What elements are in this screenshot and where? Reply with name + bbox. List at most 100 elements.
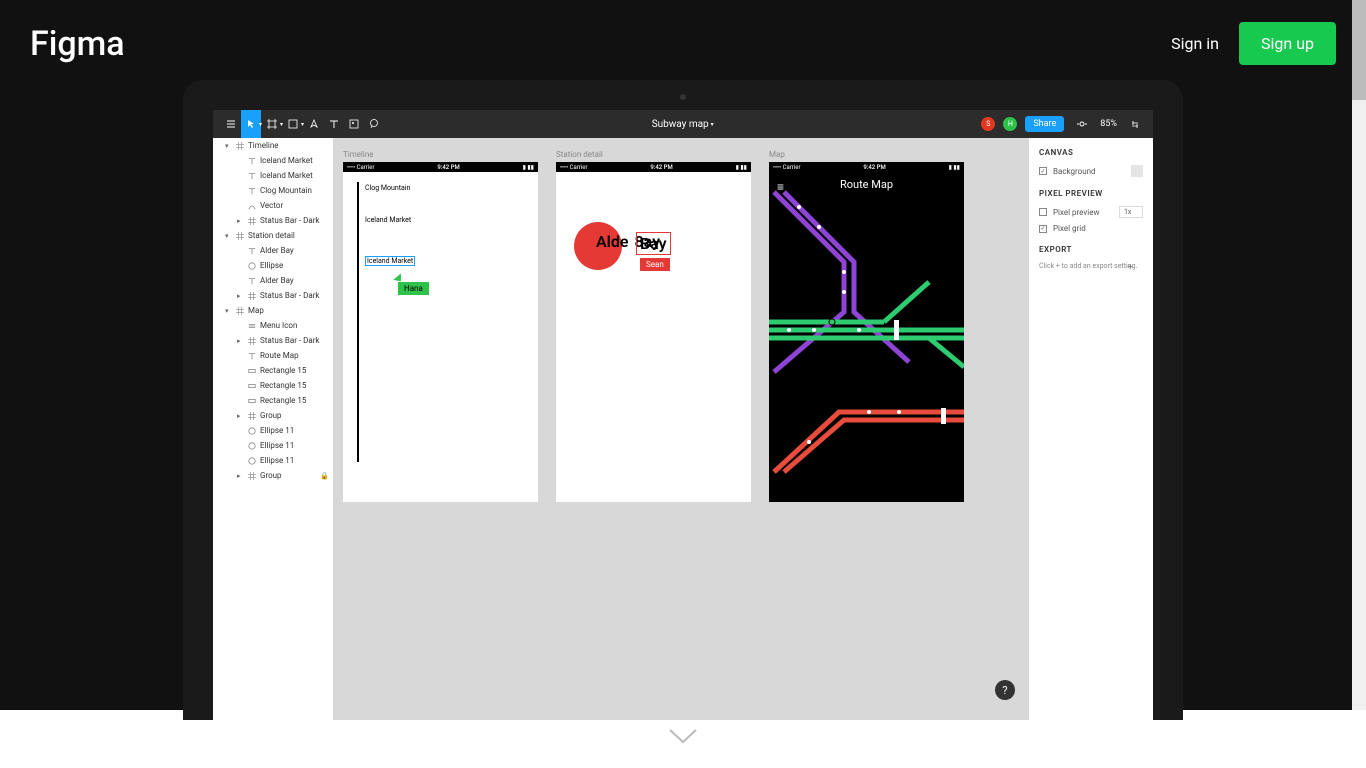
artboard-map[interactable]: Map •••• Carrier 9:42 PM ▮ ▮▮ ≡ Route Ma… xyxy=(769,162,964,710)
layer-label: Alder Bay xyxy=(260,276,294,285)
background-checkbox[interactable]: ✓ xyxy=(1039,167,1047,175)
text-tool[interactable] xyxy=(324,110,344,138)
pen-tool[interactable] xyxy=(304,110,324,138)
lock-icon: 🔒 xyxy=(320,472,329,480)
layer-row[interactable]: Ellipse 11 xyxy=(213,438,333,453)
layer-row[interactable]: Rectangle 15 xyxy=(213,363,333,378)
background-color-swatch[interactable] xyxy=(1131,165,1143,177)
figma-logo[interactable]: Figma xyxy=(30,24,125,64)
page-scrollbar[interactable] xyxy=(1352,0,1366,710)
signup-button[interactable]: Sign up xyxy=(1239,22,1336,65)
layer-caret[interactable]: ▾ xyxy=(225,142,231,150)
layer-caret[interactable]: ▾ xyxy=(225,307,231,315)
vector-icon xyxy=(247,201,256,210)
battery-icon: ▮ ▮▮ xyxy=(949,164,960,171)
artboard-station-detail[interactable]: Station detail •••• Carrier 9:42 PM ▮ ▮▮… xyxy=(556,162,751,710)
layer-caret[interactable]: ▸ xyxy=(237,217,243,225)
layer-caret[interactable]: ▸ xyxy=(237,412,243,420)
layer-label: Clog Mountain xyxy=(260,186,312,195)
zoom-level[interactable]: 85% xyxy=(1100,119,1117,129)
pixel-preview-heading: PIXEL PREVIEW xyxy=(1039,189,1143,198)
layer-row[interactable]: Iceland Market xyxy=(213,168,333,183)
layer-label: Rectangle 15 xyxy=(260,381,306,390)
layer-row[interactable]: ▾ Map xyxy=(213,303,333,318)
document-dropdown[interactable]: ▾ xyxy=(711,121,714,128)
layer-caret[interactable]: ▸ xyxy=(237,292,243,300)
layer-caret[interactable]: ▾ xyxy=(225,232,231,240)
shape-tool[interactable] xyxy=(283,110,303,138)
carrier-label: •••• Carrier xyxy=(773,164,801,171)
layer-row[interactable]: ▸Status Bar - Dark xyxy=(213,333,333,348)
artboard-timeline[interactable]: Timeline •••• Carrier 9:42 PM ▮ ▮▮ Clog … xyxy=(343,162,538,710)
layer-row[interactable]: Alder Bay xyxy=(213,243,333,258)
comment-tool[interactable] xyxy=(364,110,384,138)
layer-row[interactable]: ▸Group xyxy=(213,408,333,423)
carrier-label: •••• Carrier xyxy=(347,164,375,171)
status-bar: •••• Carrier 9:42 PM ▮ ▮▮ xyxy=(556,162,751,172)
frame-icon xyxy=(247,471,256,480)
layer-caret[interactable]: ▸ xyxy=(237,472,243,480)
pixel-preview-checkbox[interactable] xyxy=(1039,208,1047,216)
artboard-label[interactable]: Timeline xyxy=(343,150,374,159)
time-label: 9:42 PM xyxy=(437,164,459,171)
pixel-grid-checkbox[interactable]: ✓ xyxy=(1039,225,1047,233)
frame-icon xyxy=(247,411,256,420)
ellipse-icon xyxy=(247,426,256,435)
document-title[interactable]: Subway map xyxy=(652,119,709,130)
layer-label: Station detail xyxy=(248,231,295,240)
pixel-scale-dropdown[interactable]: 1x xyxy=(1119,206,1143,218)
layer-row[interactable]: Ellipse 11 xyxy=(213,423,333,438)
layer-row[interactable]: Vector xyxy=(213,198,333,213)
selected-text-node[interactable]: Iceland Market xyxy=(365,256,415,266)
layer-row[interactable]: ▸ Group 🔒 xyxy=(213,468,333,483)
layer-caret[interactable]: ▸ xyxy=(237,337,243,345)
layer-row[interactable]: Iceland Market xyxy=(213,153,333,168)
timeline-line xyxy=(357,182,359,462)
layer-label: Menu Icon xyxy=(260,321,297,330)
avatar-h[interactable]: H xyxy=(1003,117,1017,131)
layer-row[interactable]: Ellipse 11 xyxy=(213,453,333,468)
layer-row[interactable]: Alder Bay xyxy=(213,273,333,288)
move-tool[interactable] xyxy=(241,110,261,138)
view-settings-icon[interactable] xyxy=(1072,110,1092,138)
layer-label: Map xyxy=(248,306,264,315)
layer-label: Route Map xyxy=(260,351,299,360)
layer-row[interactable]: Route Map xyxy=(213,348,333,363)
layer-row[interactable]: ▾ Timeline xyxy=(213,138,333,153)
battery-icon: ▮ ▮▮ xyxy=(736,164,747,171)
layer-row[interactable]: Ellipse xyxy=(213,258,333,273)
rect-icon xyxy=(247,396,256,405)
layer-row[interactable]: Rectangle 15 xyxy=(213,393,333,408)
artboard-label[interactable]: Map xyxy=(769,150,785,159)
avatar-s[interactable]: S xyxy=(981,117,995,131)
collaborator-tag: Sean xyxy=(640,258,670,271)
ellipse-icon xyxy=(247,441,256,450)
canvas[interactable]: Timeline •••• Carrier 9:42 PM ▮ ▮▮ Clog … xyxy=(333,138,1029,720)
layer-label: Iceland Market xyxy=(260,156,313,165)
selected-text-node[interactable]: Bay xyxy=(636,232,671,255)
settings-icon[interactable] xyxy=(1125,110,1145,138)
text-icon xyxy=(247,276,256,285)
signin-button[interactable]: Sign in xyxy=(1171,34,1219,53)
layer-row[interactable]: Rectangle 15 xyxy=(213,378,333,393)
layer-row[interactable]: Menu Icon xyxy=(213,318,333,333)
image-tool[interactable] xyxy=(344,110,364,138)
layers-panel[interactable]: ▾ Timeline Iceland Market Iceland Market Clo… xyxy=(213,138,333,720)
layer-label: Timeline xyxy=(248,141,279,150)
menu-icon xyxy=(247,321,256,330)
layer-label: Status Bar - Dark xyxy=(260,291,319,300)
layer-row[interactable]: ▸Status Bar - Dark xyxy=(213,213,333,228)
layer-row[interactable]: ▾ Station detail xyxy=(213,228,333,243)
help-button[interactable]: ? xyxy=(995,680,1015,700)
share-button[interactable]: Share xyxy=(1025,116,1064,132)
frame-tool[interactable] xyxy=(262,110,282,138)
layer-row[interactable]: ▸ Status Bar - Dark xyxy=(213,288,333,303)
frame-icon xyxy=(247,216,256,225)
layer-row[interactable]: Clog Mountain xyxy=(213,183,333,198)
add-export-button[interactable]: + xyxy=(1127,262,1133,273)
layer-label: Group xyxy=(260,471,282,480)
frame-icon xyxy=(235,141,244,150)
pixel-preview-label: Pixel preview xyxy=(1053,208,1099,217)
menu-icon[interactable] xyxy=(221,110,241,138)
artboard-label[interactable]: Station detail xyxy=(556,150,603,159)
